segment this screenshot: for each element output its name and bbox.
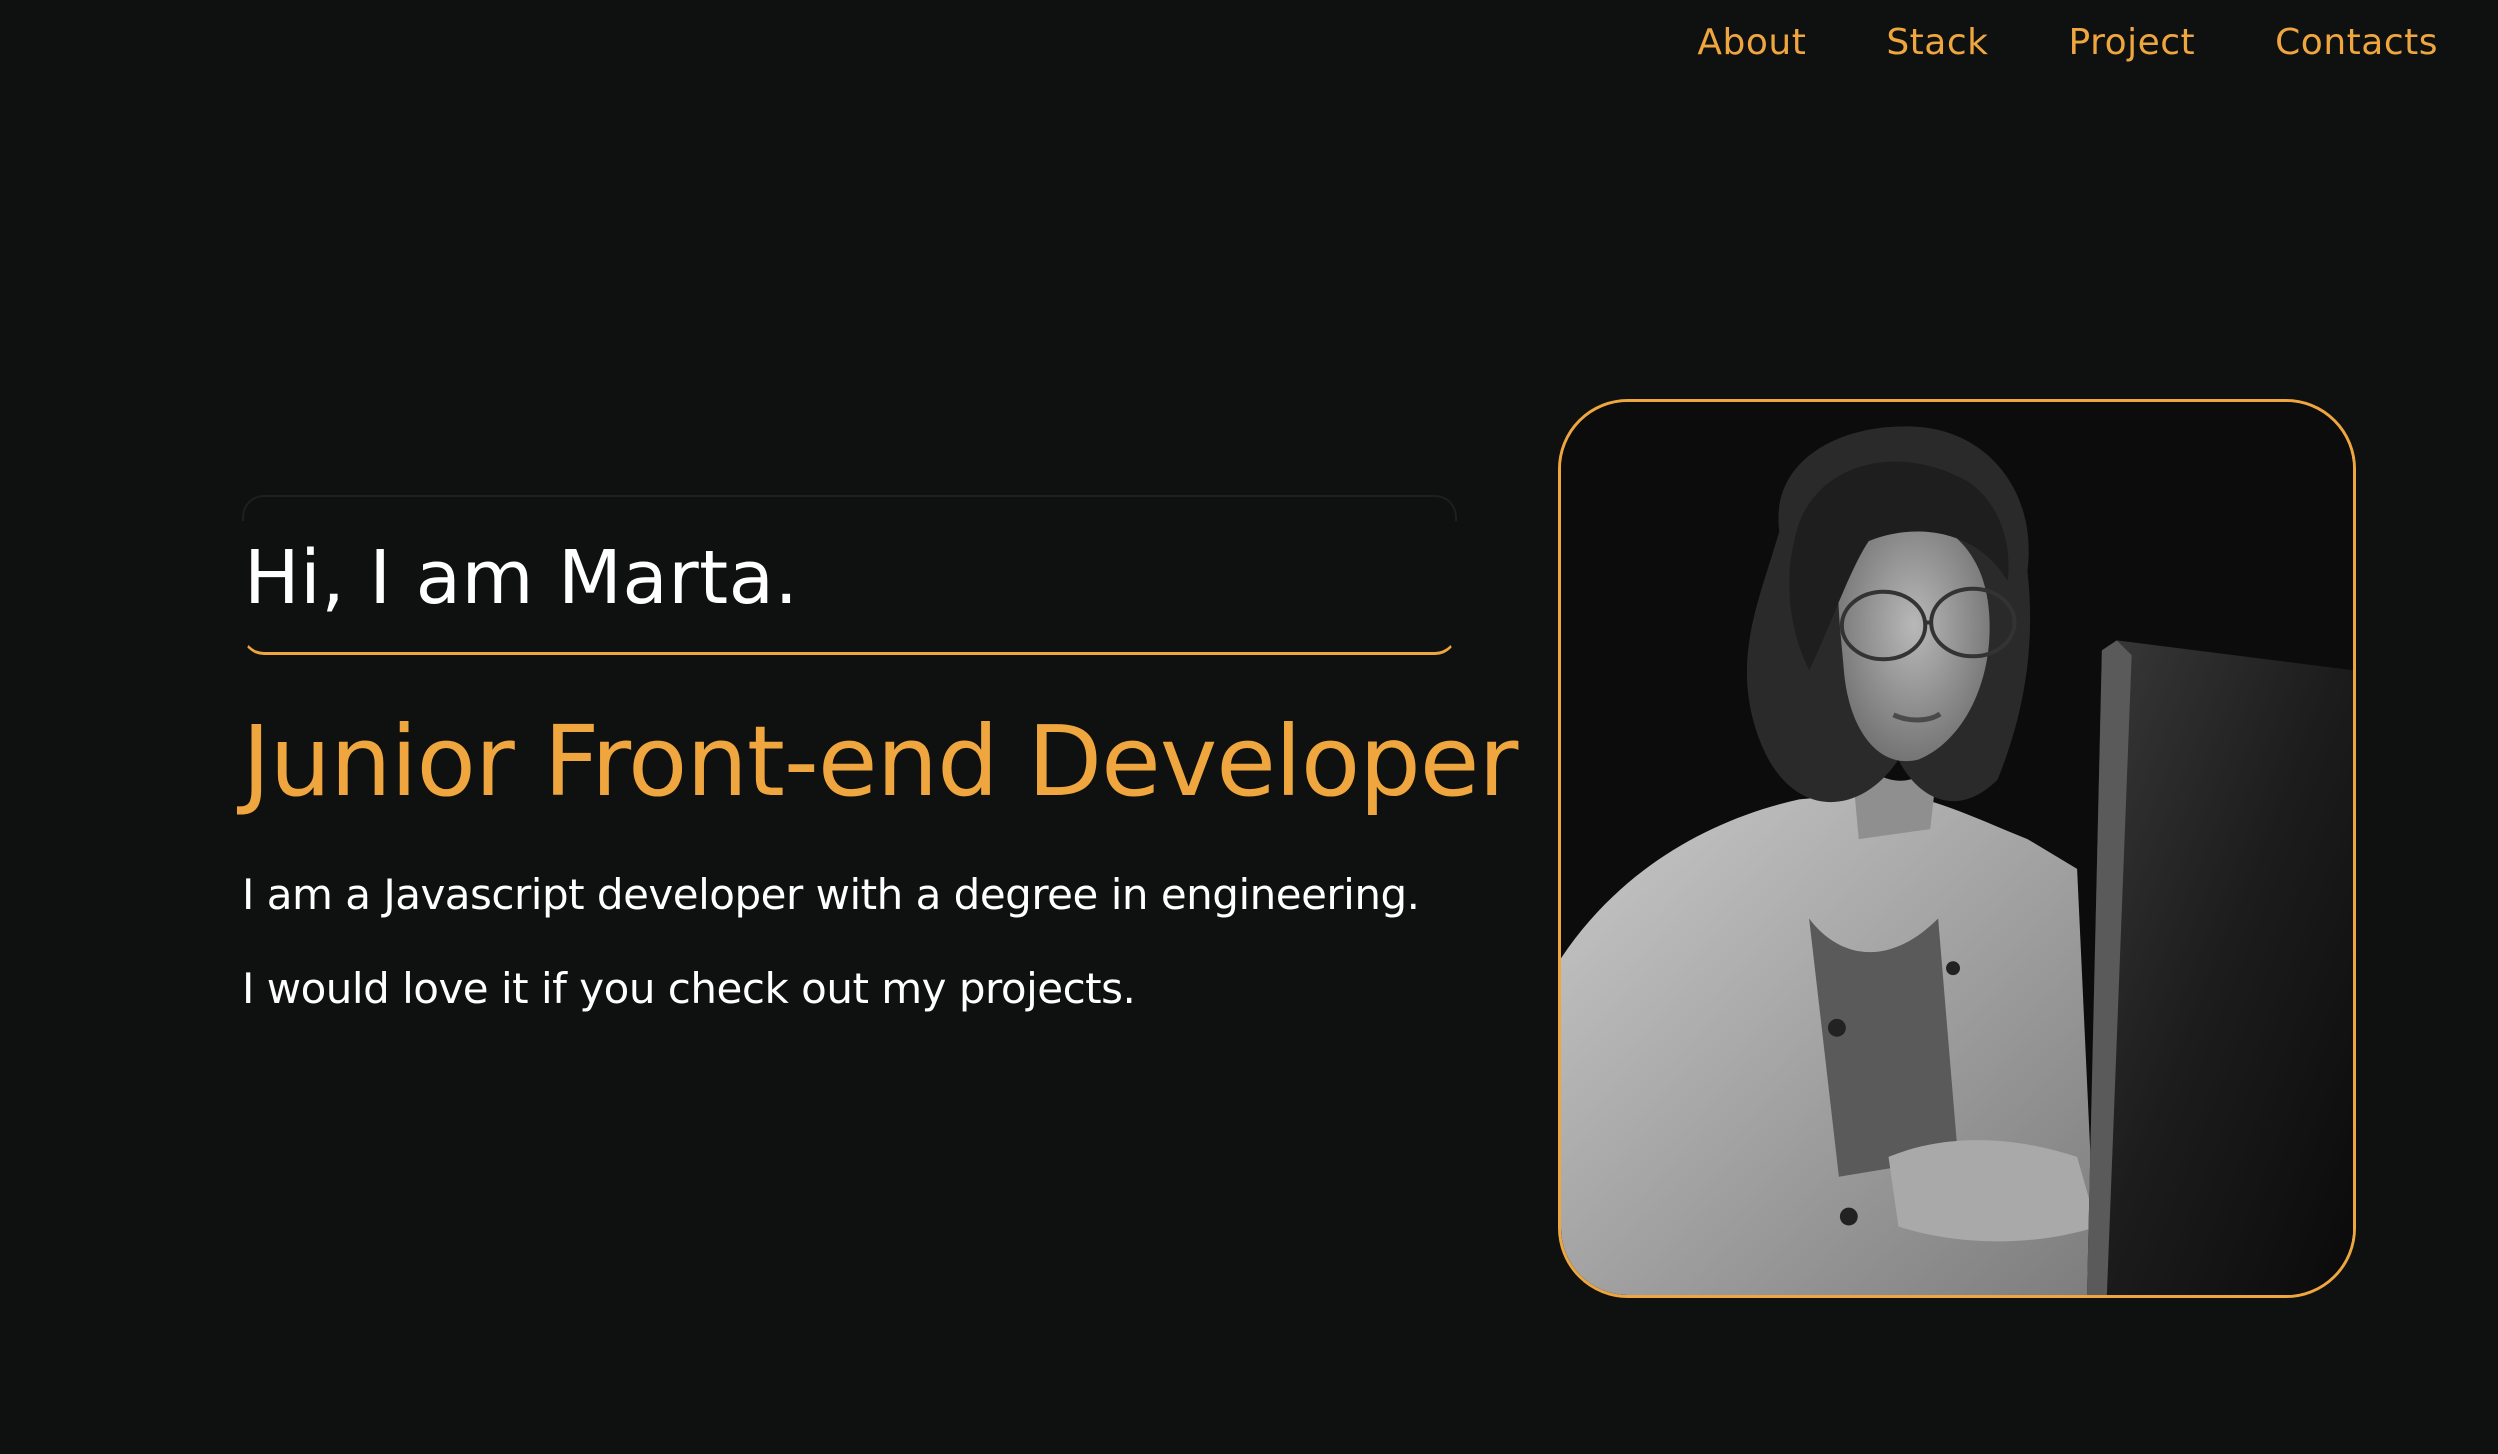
page: About Stack Project Contacts Hi, I am Ma… (0, 0, 2498, 1454)
hero-intro: Hi, I am Marta. Junior Front-end Develop… (242, 495, 1518, 1013)
profile-photo (1558, 399, 2356, 1298)
nav-link-stack[interactable]: Stack (1886, 22, 1988, 63)
role-title: Junior Front-end Developer (242, 705, 1518, 818)
nav-link-project[interactable]: Project (2069, 22, 2196, 63)
description-line-1: I am a Javascript developer with a degre… (242, 870, 1420, 919)
description-line-2: I would love it if you check out my proj… (242, 964, 1136, 1013)
greeting-box: Hi, I am Marta. (242, 495, 1457, 655)
nav-link-contacts[interactable]: Contacts (2275, 22, 2438, 63)
profile-photo-illustration (1561, 402, 2353, 1295)
greeting-heading: Hi, I am Marta. (244, 535, 799, 621)
nav-link-about[interactable]: About (1697, 22, 1806, 63)
top-nav: About Stack Project Contacts (1697, 22, 2438, 63)
